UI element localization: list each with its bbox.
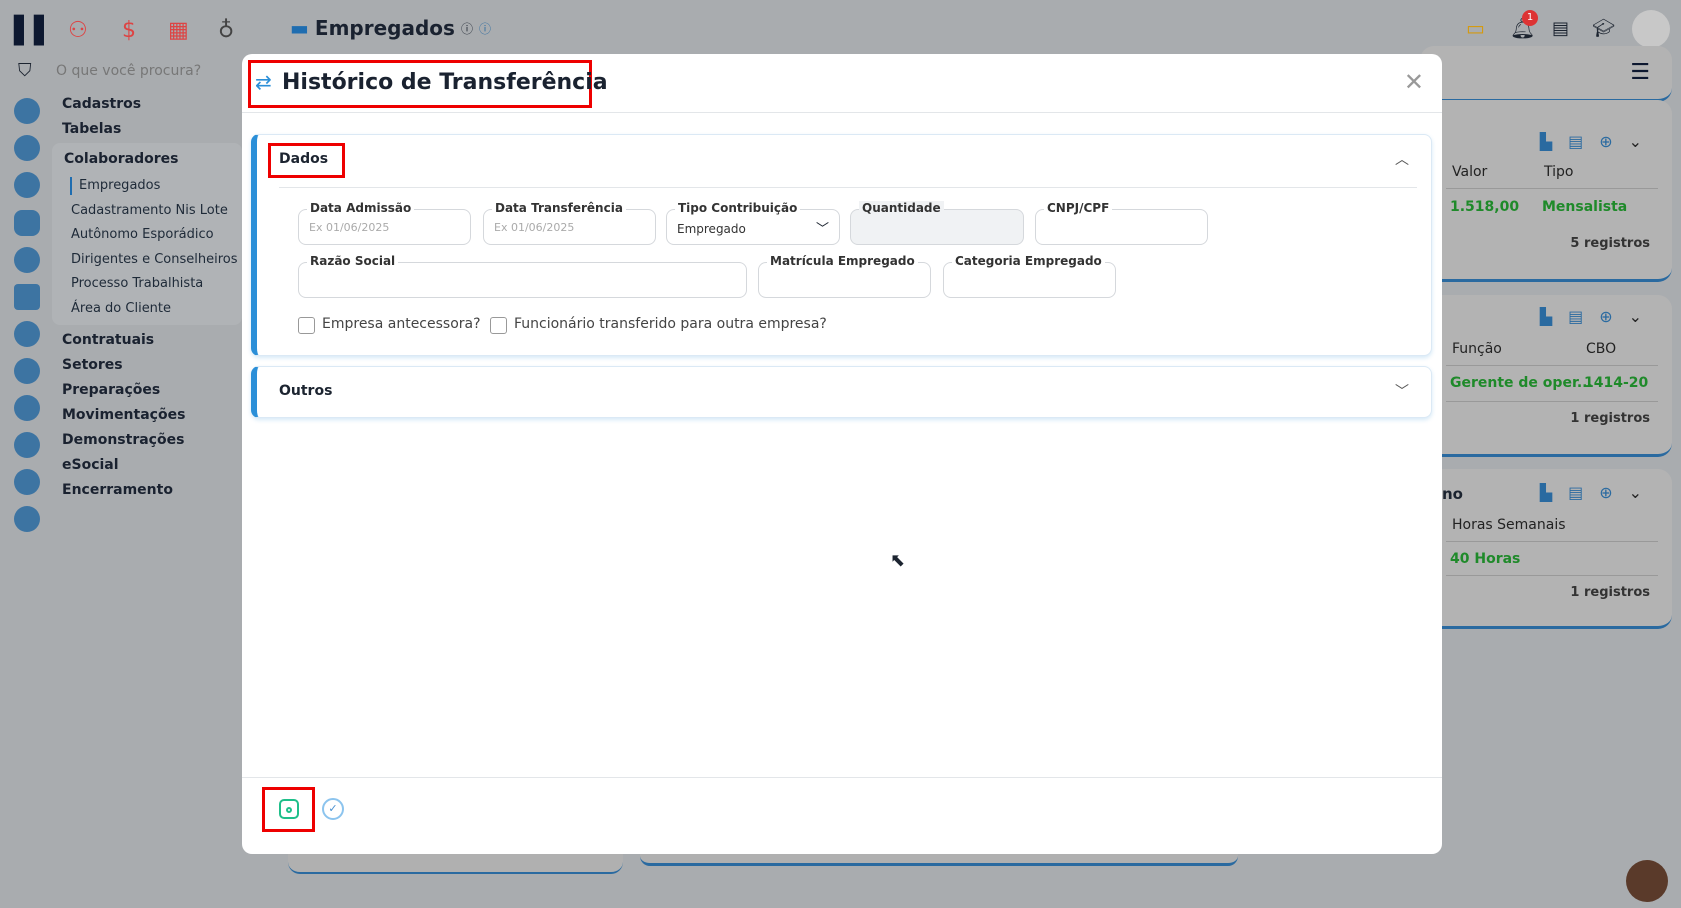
close-icon[interactable]: ✕: [1404, 68, 1424, 96]
doc-search-icon[interactable]: ▙: [1540, 307, 1552, 326]
home-icon[interactable]: [14, 506, 40, 532]
empresa-antecessora-label: Empresa antecessora?: [322, 316, 481, 332]
add-icon[interactable]: ⊕: [1599, 483, 1612, 502]
submenu-item[interactable]: Cadastramento Nis Lote: [71, 203, 228, 218]
chevron-up-icon[interactable]: ︿: [1395, 149, 1409, 169]
data-admissao-field[interactable]: Data Admissão Ex 01/06/2025: [298, 201, 471, 245]
chevron-down-icon[interactable]: ﹀: [1395, 381, 1409, 401]
hours-card: no ▙ ▤ ⊕ ⌄ Horas Semanais 40 Horas 1 regist…: [1420, 469, 1672, 629]
chevron-down-icon[interactable]: ⌄: [1629, 483, 1642, 502]
chevron-down-icon[interactable]: ⌄: [1629, 307, 1642, 326]
graduation-icon[interactable]: 🎓︎: [1592, 18, 1615, 39]
menu-item[interactable]: Setores: [62, 357, 123, 373]
chevron-down-icon: ﹀: [815, 222, 829, 237]
section-outros[interactable]: Outros ﹀: [251, 366, 1432, 418]
scroll-icon[interactable]: ▤: [1568, 307, 1583, 326]
page-title: Empregados: [314, 16, 455, 40]
people-icon[interactable]: ⚇: [68, 18, 88, 43]
info-icon[interactable]: ⓘ: [461, 20, 473, 37]
menu-tabelas[interactable]: Tabelas: [62, 121, 121, 137]
note-icon[interactable]: ▭: [1466, 16, 1485, 40]
help-icon[interactable]: ⓘ: [479, 20, 491, 37]
handshake-icon[interactable]: [14, 135, 40, 161]
function-card: ▙ ▤ ⊕ ⌄ Função CBO Gerente de oper... 1414-20…: [1420, 295, 1672, 457]
report-icon[interactable]: ▤: [1552, 18, 1569, 39]
cnpj-cpf-field[interactable]: CNPJ/CPF: [1035, 201, 1208, 245]
search-input[interactable]: O que você procura?: [56, 63, 201, 79]
calculator-icon[interactable]: ▦: [168, 18, 189, 43]
save-button[interactable]: [279, 799, 299, 819]
doc-search-icon[interactable]: ▙: [1540, 132, 1552, 151]
monitor-icon: ▬: [290, 16, 309, 40]
menu-item[interactable]: Encerramento: [62, 482, 173, 498]
submenu-empregados[interactable]: Empregados: [79, 178, 160, 193]
bag-icon[interactable]: [14, 395, 40, 421]
transfer-icon: ⇄: [255, 70, 272, 94]
money-bag-icon[interactable]: ♁: [218, 18, 234, 43]
matricula-field[interactable]: Matrícula Empregado: [758, 254, 931, 298]
add-icon[interactable]: ⊕: [1599, 132, 1612, 151]
dollar-circle-icon[interactable]: [14, 247, 40, 273]
confirm-button[interactable]: ✓: [322, 798, 344, 820]
app-logo: ▌▌: [14, 16, 54, 46]
tipo-contribuicao-select[interactable]: Tipo Contribuição Empregado ﹀: [666, 201, 840, 245]
data-transferencia-field[interactable]: Data Transferência Ex 01/06/2025: [483, 201, 656, 245]
menu-cadastros[interactable]: Cadastros: [62, 96, 141, 112]
user-settings-icon[interactable]: [14, 98, 40, 124]
chevron-down-icon[interactable]: ⌄: [1629, 132, 1642, 151]
section-outros-title: Outros: [279, 383, 333, 399]
mouse-cursor: ⬉: [890, 550, 906, 571]
doc-search-icon[interactable]: ▙: [1540, 483, 1552, 502]
submenu-item[interactable]: Área do Cliente: [71, 301, 171, 316]
menu-item[interactable]: Demonstrações: [62, 432, 184, 448]
rocket-icon[interactable]: [14, 321, 40, 347]
submenu-item[interactable]: Processo Trabalhista: [71, 276, 203, 291]
menu-item[interactable]: eSocial: [62, 457, 119, 473]
menu-item[interactable]: Contratuais: [62, 332, 154, 348]
transfer-history-modal: ⇄ Histórico de Transferência ✕ Dados ︿ D…: [242, 54, 1442, 854]
transferido-label: Funcionário transferido para outra empre…: [514, 316, 827, 332]
submenu-item[interactable]: Autônomo Esporádico: [71, 227, 214, 242]
scroll-icon[interactable]: ▤: [1568, 483, 1583, 502]
team-icon[interactable]: [14, 210, 40, 236]
section-dados-title[interactable]: Dados: [279, 151, 328, 167]
add-icon[interactable]: ⊕: [1599, 307, 1612, 326]
menu-item[interactable]: Movimentações: [62, 407, 185, 423]
salary-card: ▙ ▤ ⊕ ⌄ Valor Tipo 1.518,00 Mensalista 5 regi…: [1420, 100, 1672, 282]
avatar[interactable]: [1632, 10, 1670, 48]
categoria-field[interactable]: Categoria Empregado: [943, 254, 1116, 298]
menu-item[interactable]: Preparações: [62, 382, 160, 398]
assistant-avatar[interactable]: [1626, 860, 1668, 902]
scroll-icon[interactable]: ▤: [1568, 132, 1583, 151]
transferido-checkbox[interactable]: [490, 317, 507, 334]
clock-icon[interactable]: [14, 172, 40, 198]
quantidade-field: Quantidade: [850, 201, 1024, 245]
layers-icon[interactable]: [14, 432, 40, 458]
empresa-antecessora-checkbox[interactable]: [298, 317, 315, 334]
network-icon[interactable]: [14, 358, 40, 384]
search-icon[interactable]: [14, 469, 40, 495]
dollar-icon[interactable]: $: [122, 18, 136, 43]
filter-icon[interactable]: ⛉: [18, 60, 32, 81]
modal-title: Histórico de Transferência: [282, 70, 608, 95]
razao-social-field[interactable]: Razão Social: [298, 254, 747, 298]
calculator-side-icon[interactable]: [14, 284, 40, 310]
notification-badge: 1: [1522, 10, 1538, 26]
submenu-item[interactable]: Dirigentes e Conselheiros: [71, 252, 238, 267]
hamburger-icon[interactable]: ☰: [1630, 60, 1650, 85]
menu-colaboradores[interactable]: Colaboradores: [64, 151, 179, 167]
